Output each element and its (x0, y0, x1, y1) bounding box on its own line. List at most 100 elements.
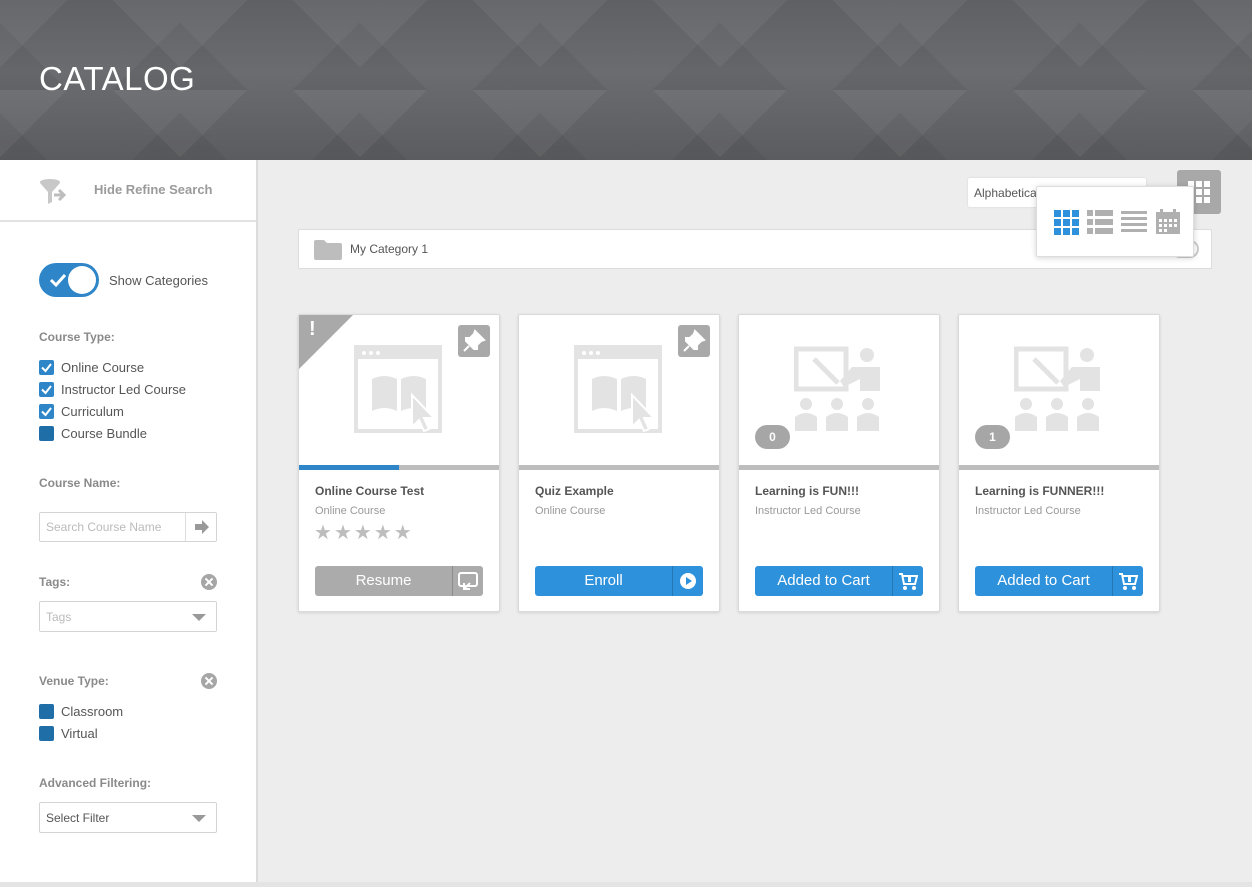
calendar-view-icon[interactable] (1155, 209, 1181, 235)
pin-button[interactable] (678, 325, 710, 357)
divider (1112, 566, 1113, 596)
refine-sidebar: Hide Refine Search Show Categories Cours… (0, 160, 258, 882)
divider (672, 566, 673, 596)
venue-type-label: Venue Type: (39, 674, 109, 688)
course-card[interactable]: 1 Learning is FUNNER!!! Instructor Led C… (958, 314, 1160, 612)
star-icon[interactable]: ★ (394, 522, 414, 544)
course-card[interactable]: Quiz Example Online Course Enroll (518, 314, 720, 612)
course-progress-bar (739, 465, 939, 470)
grid-view-icon[interactable] (1053, 209, 1079, 235)
funnel-icon (40, 179, 66, 204)
chevron-down-icon (192, 815, 206, 822)
checkbox[interactable] (39, 426, 54, 441)
checkbox-label: Virtual (61, 726, 98, 741)
advanced-filtering-label: Advanced Filtering: (39, 776, 152, 790)
star-icon[interactable]: ★ (374, 522, 394, 544)
checkbox-virtual[interactable]: Virtual (39, 726, 239, 742)
alert-corner (299, 315, 353, 369)
show-categories-toggle[interactable] (39, 263, 99, 297)
action-label: Enroll (584, 572, 623, 589)
checkbox-classroom[interactable]: Classroom (39, 704, 239, 720)
toggle-knob (68, 266, 96, 294)
checkbox-course-bundle[interactable]: Course Bundle (39, 426, 239, 442)
course-thumbnail: 1 (959, 315, 1159, 467)
pin-icon (463, 329, 486, 352)
checkbox-instructor-led-course[interactable]: Instructor Led Course (39, 382, 239, 398)
check-icon (41, 385, 52, 395)
course-type-label: Course Type: (39, 330, 115, 344)
tags-dropdown[interactable]: Tags (39, 601, 217, 632)
pin-button[interactable] (458, 325, 490, 357)
star-icon[interactable]: ★ (334, 522, 354, 544)
clear-venue-icon[interactable] (201, 673, 217, 689)
page-bottom-strip (0, 882, 1252, 887)
course-progress-bar (299, 465, 499, 470)
check-icon (41, 407, 52, 417)
action-label: Resume (355, 572, 412, 589)
course-title[interactable]: Learning is FUNNER!!! (975, 484, 1104, 498)
course-progress-bar (519, 465, 719, 470)
arrow-right-icon[interactable] (186, 513, 216, 541)
clear-tags-icon[interactable] (201, 574, 217, 590)
advanced-filter-dropdown[interactable]: Select Filter (39, 802, 217, 833)
online-course-icon (354, 345, 442, 433)
course-title[interactable]: Online Course Test (315, 484, 424, 498)
rating-stars[interactable]: ★★★★★ (314, 520, 414, 545)
show-categories-label: Show Categories (109, 273, 208, 288)
checkbox[interactable] (39, 360, 54, 375)
check-icon (41, 363, 52, 373)
resume-icon (458, 572, 478, 590)
session-count-badge: 0 (755, 425, 790, 449)
checkbox[interactable] (39, 704, 54, 719)
course-card[interactable]: 0 Learning is FUN!!! Instructor Led Cour… (738, 314, 940, 612)
instructor-led-icon (1014, 346, 1100, 431)
alert-icon: ! (309, 318, 316, 340)
online-course-icon (574, 345, 662, 433)
course-progress-bar (959, 465, 1159, 470)
session-count-badge: 1 (975, 425, 1010, 449)
checkbox-label: Online Course (61, 360, 145, 375)
page-header: CATALOG (0, 0, 1252, 160)
checkbox-label: Course Bundle (61, 426, 147, 441)
star-icon[interactable]: ★ (354, 522, 374, 544)
cart-icon (899, 573, 919, 590)
checkbox-curriculum[interactable]: Curriculum (39, 404, 239, 420)
enroll-button[interactable]: Enroll (535, 566, 703, 596)
instructor-led-icon (794, 346, 880, 431)
added-to-cart-button[interactable]: Added to Cart (755, 566, 923, 596)
checkbox[interactable] (39, 404, 54, 419)
course-name-input[interactable] (40, 513, 186, 541)
chevron-down-icon (192, 614, 206, 621)
course-type: Instructor Led Course (755, 505, 861, 517)
checkbox-online-course[interactable]: Online Course (39, 360, 239, 376)
sort-value: Alphabetical (974, 186, 1038, 200)
checkbox[interactable] (39, 726, 54, 741)
course-name-search (39, 512, 217, 542)
pin-icon (683, 329, 706, 352)
page-title: CATALOG (39, 60, 196, 97)
play-icon (680, 573, 696, 589)
course-type: Online Course (535, 505, 606, 517)
list-detail-view-icon[interactable] (1087, 209, 1113, 235)
course-thumbnail (519, 315, 719, 467)
tags-placeholder: Tags (46, 610, 72, 624)
action-label: Added to Cart (997, 572, 1090, 589)
hide-refine-search-button[interactable]: Hide Refine Search (0, 160, 256, 222)
course-title[interactable]: Quiz Example (535, 484, 614, 498)
refine-search-label: Hide Refine Search (94, 182, 213, 197)
course-card[interactable]: ! Online Course Test Online Course ★★★★★… (298, 314, 500, 612)
checkbox[interactable] (39, 382, 54, 397)
show-categories-row: Show Categories (39, 263, 239, 297)
course-title[interactable]: Learning is FUN!!! (755, 484, 859, 498)
divider (892, 566, 893, 596)
course-thumbnail: ! (299, 315, 499, 467)
check-icon (49, 273, 67, 288)
list-view-icon[interactable] (1121, 209, 1147, 235)
course-thumbnail: 0 (739, 315, 939, 467)
cart-icon (1119, 573, 1139, 590)
resume-button[interactable]: Resume (315, 566, 483, 596)
course-type: Online Course (315, 505, 386, 517)
added-to-cart-button[interactable]: Added to Cart (975, 566, 1143, 596)
tags-label: Tags: (39, 575, 71, 589)
star-icon[interactable]: ★ (314, 522, 334, 544)
